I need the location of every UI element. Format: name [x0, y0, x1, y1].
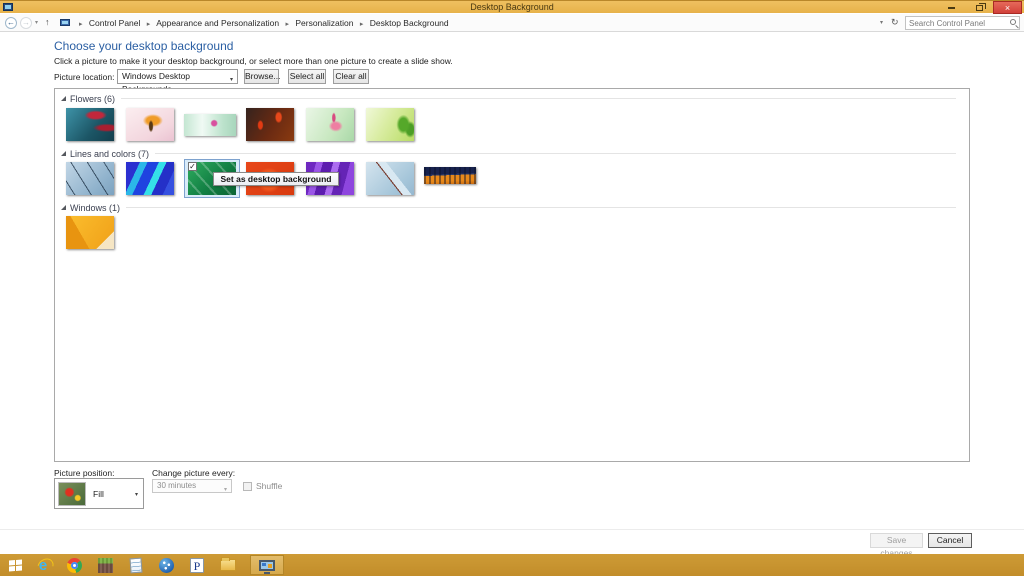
desktop: Desktop Background × ← → ▾ ↑ ▸ Control P…	[0, 0, 1024, 576]
save-changes-button: Save changes	[870, 533, 923, 548]
tooltip: Set as desktop background	[213, 172, 339, 186]
windows-logo-icon	[9, 559, 22, 571]
internet-explorer-icon: e	[39, 558, 47, 573]
collapse-triangle-icon	[61, 96, 66, 101]
breadcrumb-separator-icon: ▸	[143, 21, 155, 28]
wallpaper-thumb-orange-flower-pink[interactable]	[126, 108, 174, 141]
category-label: Lines and colors (7)	[70, 149, 149, 159]
minecraft-icon	[98, 558, 113, 573]
wallpaper-thumb-blue-cyan-abstract[interactable]	[126, 162, 174, 195]
change-picture-label: Change picture every:	[152, 468, 235, 478]
picture-position-value: Fill	[93, 489, 104, 499]
category-rule	[121, 98, 956, 99]
category-header-lines-and-colors[interactable]: Lines and colors (7)	[61, 148, 956, 159]
category-header-flowers[interactable]: Flowers (6)	[61, 93, 956, 104]
collapse-triangle-icon	[61, 205, 66, 210]
breadcrumb-separator-icon: ▸	[281, 21, 293, 28]
picture-position-label: Picture position:	[54, 468, 114, 478]
picture-location-dropdown[interactable]: Windows Desktop Backgrounds ▾	[117, 69, 238, 84]
page-title: Choose your desktop background	[54, 39, 233, 53]
page-subtitle: Click a picture to make it your desktop …	[54, 56, 453, 66]
recent-pages-dropdown-icon[interactable]: ▾	[35, 19, 38, 26]
browse-button[interactable]: Browse...	[244, 69, 279, 84]
picture-position-preview-thumb	[58, 482, 86, 506]
search-icon	[1010, 19, 1016, 25]
minimize-icon	[948, 7, 955, 9]
title-bar: Desktop Background ×	[0, 0, 1024, 13]
category-label: Flowers (6)	[70, 94, 115, 104]
p-app-icon: P	[190, 558, 204, 573]
picture-location-label: Picture location:	[54, 72, 114, 82]
shuffle-checkbox	[243, 482, 252, 491]
breadcrumb-separator-icon: ▸	[75, 21, 87, 28]
wallpaper-thumb-blue-diagonal-lines[interactable]	[66, 162, 114, 195]
category-label: Windows (1)	[70, 203, 120, 213]
taskbar-item-p-app[interactable]: P	[184, 555, 210, 575]
blue-sphere-icon	[159, 558, 174, 573]
wallpaper-thumb-pale-blue-stripe[interactable]	[366, 162, 414, 195]
address-dropdown-icon[interactable]: ▾	[880, 19, 883, 26]
location-icon	[60, 19, 70, 26]
window-title: Desktop Background	[0, 2, 1024, 12]
taskbar-item-notepad[interactable]	[123, 555, 149, 575]
close-button[interactable]: ×	[993, 1, 1022, 14]
wallpaper-thumb-red-tulips-dark[interactable]	[246, 108, 294, 141]
shuffle-label: Shuffle	[256, 481, 282, 491]
taskbar: e P ▲ 10:55 AM 1/11/2014	[0, 554, 1024, 576]
forward-button[interactable]: →	[20, 17, 32, 29]
chevron-down-icon: ▾	[135, 491, 138, 498]
chrome-icon	[67, 558, 82, 573]
restore-button[interactable]	[965, 1, 993, 14]
taskbar-item-desktop-background-active[interactable]	[250, 555, 284, 575]
back-button[interactable]: ←	[5, 17, 17, 29]
wallpaper-thumb-fuchsia-on-green[interactable]	[306, 108, 354, 141]
category-rule	[155, 153, 956, 154]
taskbar-item-chrome[interactable]	[61, 555, 87, 575]
file-explorer-icon	[220, 559, 236, 571]
breadcrumb-separator-icon: ▸	[356, 21, 368, 28]
search-box	[905, 16, 1020, 30]
change-picture-dropdown-disabled: 30 minutes ▾	[152, 479, 232, 493]
footer-divider	[0, 529, 1024, 530]
shuffle-option: Shuffle	[243, 481, 282, 491]
address-bar: ← → ▾ ↑ ▸ Control Panel ▸ Appearance and…	[0, 14, 1024, 32]
minimize-button[interactable]	[937, 1, 965, 14]
breadcrumb: ▸ Control Panel ▸ Appearance and Persona…	[75, 18, 449, 28]
taskbar-item-internet-explorer[interactable]: e	[30, 555, 56, 575]
display-settings-icon	[259, 560, 275, 571]
wallpaper-thumb-flower-red-on-teal[interactable]	[66, 108, 114, 141]
wallpaper-thumb-city-skyline-strip[interactable]	[424, 167, 476, 184]
wallpaper-gallery: Flowers (6) Lines and colors (7) ✓ Windo…	[54, 88, 970, 462]
change-picture-value: 30 minutes	[157, 481, 196, 490]
collapse-triangle-icon	[61, 151, 66, 156]
category-header-windows[interactable]: Windows (1)	[61, 202, 956, 213]
refresh-icon[interactable]: ↻	[891, 17, 899, 28]
clear-all-button[interactable]: Clear all	[333, 69, 369, 84]
breadcrumb-item-control-panel[interactable]: Control Panel	[89, 18, 141, 28]
picture-position-dropdown[interactable]: Fill ▾	[54, 478, 144, 509]
taskbar-item-minecraft[interactable]	[92, 555, 118, 575]
notepad-icon	[129, 557, 142, 573]
taskbar-item-file-explorer[interactable]	[215, 555, 241, 575]
breadcrumb-item-desktop-background[interactable]: Desktop Background	[370, 18, 449, 28]
chevron-down-icon: ▾	[224, 484, 227, 496]
cancel-button[interactable]: Cancel	[928, 533, 972, 548]
restore-icon	[976, 5, 983, 11]
selected-checkbox[interactable]: ✓	[188, 162, 197, 171]
breadcrumb-item-personalization[interactable]: Personalization	[295, 18, 353, 28]
taskbar-item-blue-sphere-app[interactable]	[153, 555, 179, 575]
breadcrumb-item-appearance[interactable]: Appearance and Personalization	[156, 18, 279, 28]
wallpaper-thumb-green-leaves[interactable]	[366, 108, 414, 141]
start-button[interactable]	[2, 555, 28, 575]
up-button[interactable]: ↑	[45, 17, 50, 27]
category-rule	[126, 207, 956, 208]
chevron-down-icon: ▾	[230, 74, 233, 87]
search-input[interactable]	[909, 17, 1007, 29]
select-all-button[interactable]: Select all	[288, 69, 326, 84]
wallpaper-thumb-windows-default[interactable]	[66, 216, 114, 249]
wallpaper-thumb-pink-flower-mint-strip[interactable]	[184, 114, 236, 136]
